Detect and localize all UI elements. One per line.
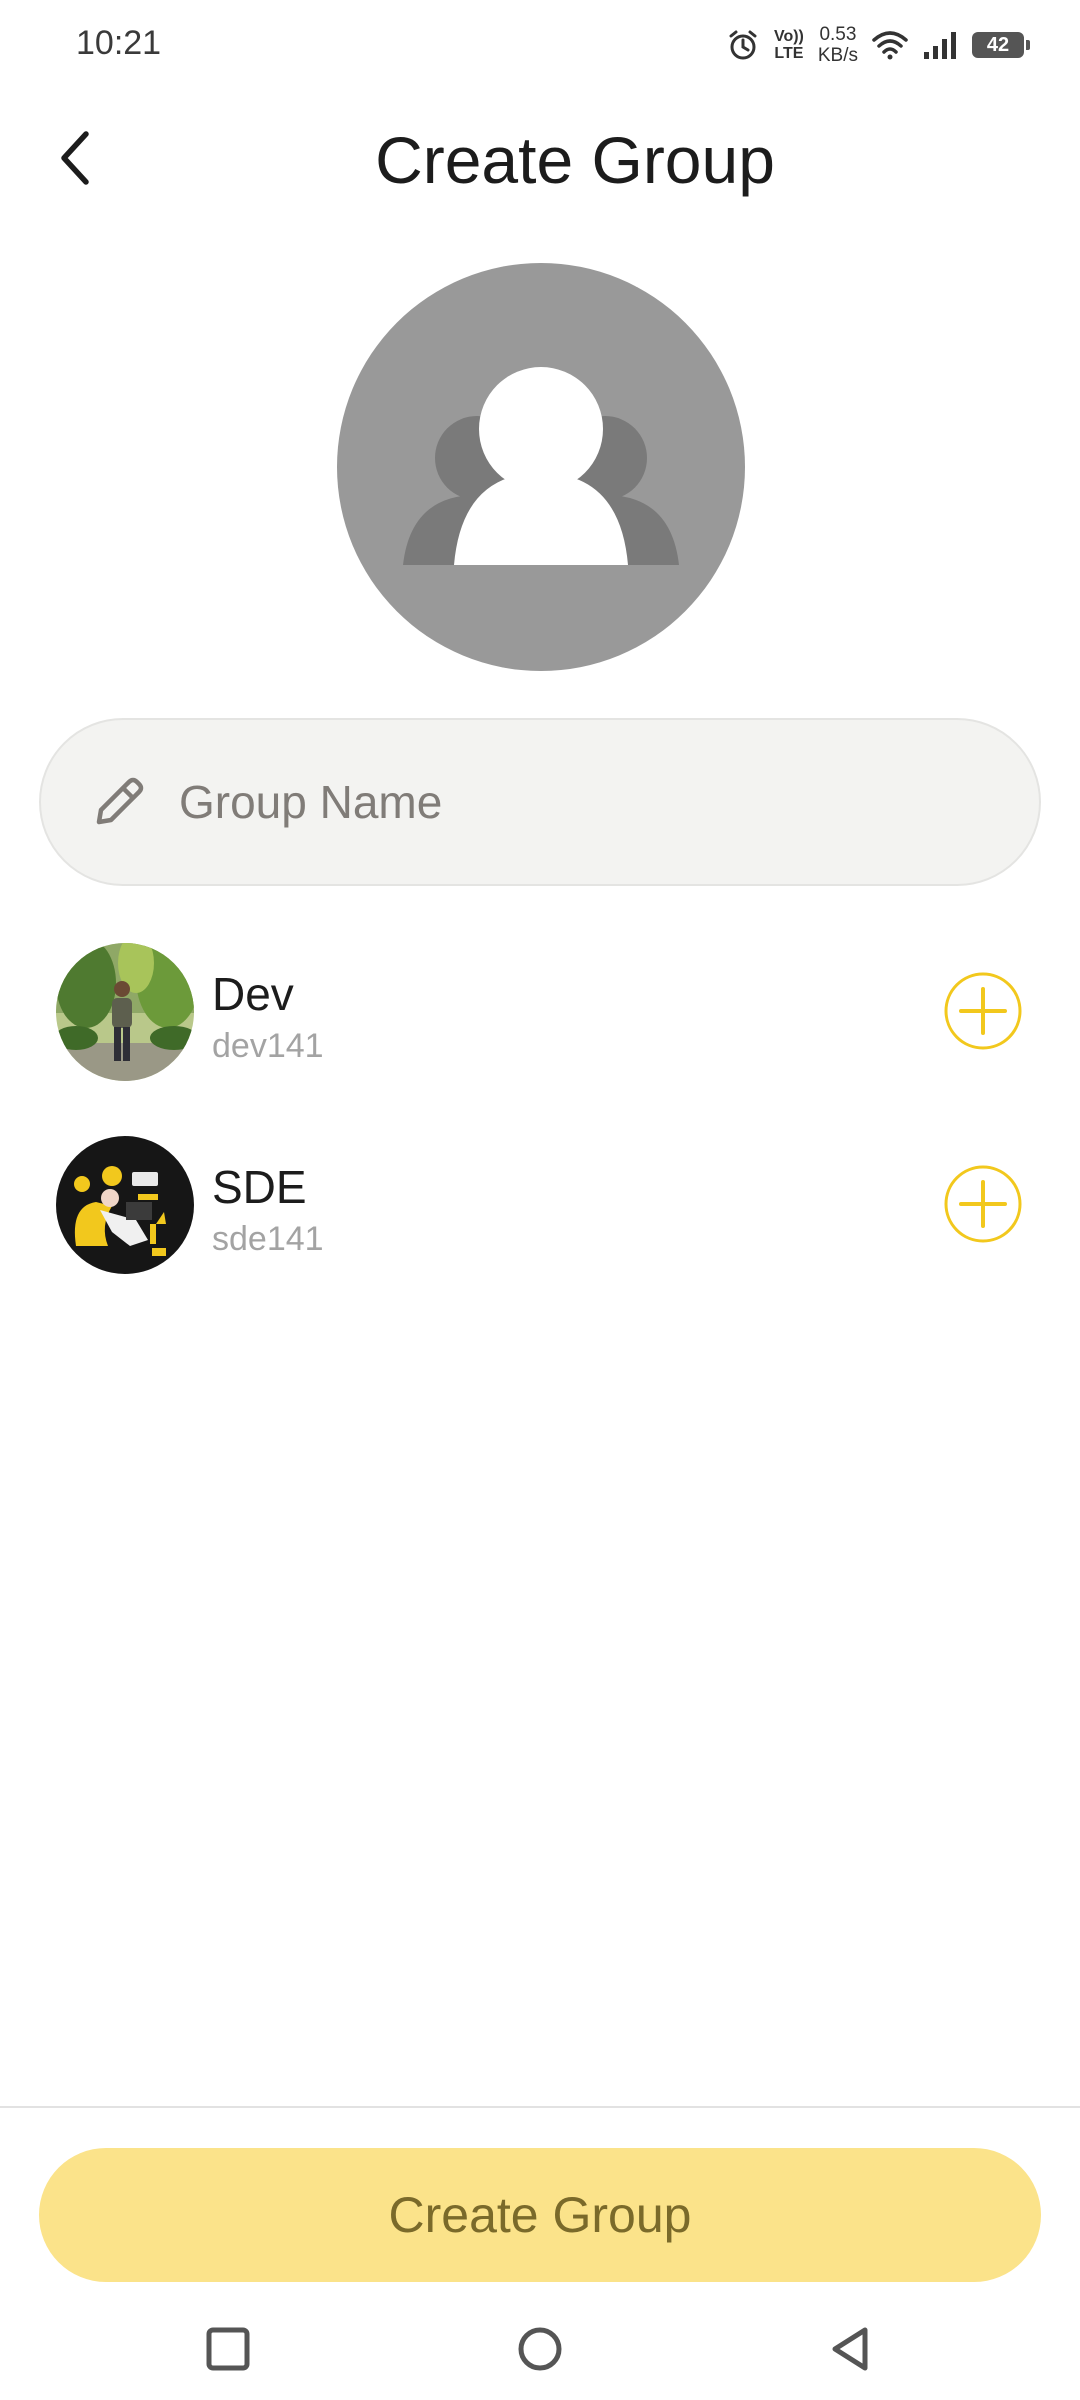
status-time: 10:21: [76, 24, 162, 62]
contact-name: Dev: [212, 968, 294, 1020]
avatar: [56, 943, 194, 1081]
page-title: Create Group: [375, 123, 775, 197]
contact-handle: dev141: [212, 1027, 324, 1065]
status-bar: 10:21 Vo)) LTE 0.53 KB/s 42: [0, 0, 1080, 88]
wifi-icon: [872, 31, 908, 60]
signal-icon: [924, 32, 956, 59]
add-member-button[interactable]: [943, 971, 1023, 1051]
contact-name: SDE: [212, 1161, 307, 1213]
network-speed: 0.53 KB/s: [818, 24, 858, 66]
plus-circle-icon: [944, 1165, 1022, 1243]
nav-back-button[interactable]: [815, 2314, 885, 2384]
create-group-button[interactable]: Create Group: [39, 2148, 1041, 2282]
home-button[interactable]: [505, 2314, 575, 2384]
recents-button[interactable]: [193, 2314, 263, 2384]
list-item[interactable]: SDE sde141: [0, 1136, 1080, 1286]
list-item[interactable]: Dev dev141: [0, 943, 1080, 1093]
header: Create Group: [0, 100, 1080, 220]
group-name-input[interactable]: [179, 775, 979, 829]
group-people-icon: [397, 367, 687, 573]
contact-handle: sde141: [212, 1220, 324, 1258]
triangle-back-icon: [832, 2327, 868, 2371]
status-icons: Vo)) LTE 0.53 KB/s 42: [726, 20, 1030, 70]
volte-line2: LTE: [774, 45, 804, 62]
circle-home-icon: [518, 2327, 562, 2371]
plus-circle-icon: [944, 972, 1022, 1050]
group-avatar[interactable]: [337, 263, 745, 671]
volte-line1: Vo)): [773, 28, 804, 45]
group-name-field[interactable]: [39, 718, 1041, 886]
network-speed-value: 0.53: [819, 24, 857, 45]
avatar: [56, 1136, 194, 1274]
volte-indicator: Vo)) LTE: [774, 28, 804, 62]
add-member-button[interactable]: [943, 1164, 1023, 1244]
alarm-icon: [729, 30, 757, 60]
pencil-icon: [85, 768, 153, 836]
battery-indicator: 42: [972, 32, 1030, 58]
square-recents-icon: [206, 2327, 250, 2371]
system-nav-bar: [0, 2300, 1080, 2400]
bottom-divider: [0, 2106, 1080, 2108]
network-speed-unit: KB/s: [817, 45, 858, 66]
